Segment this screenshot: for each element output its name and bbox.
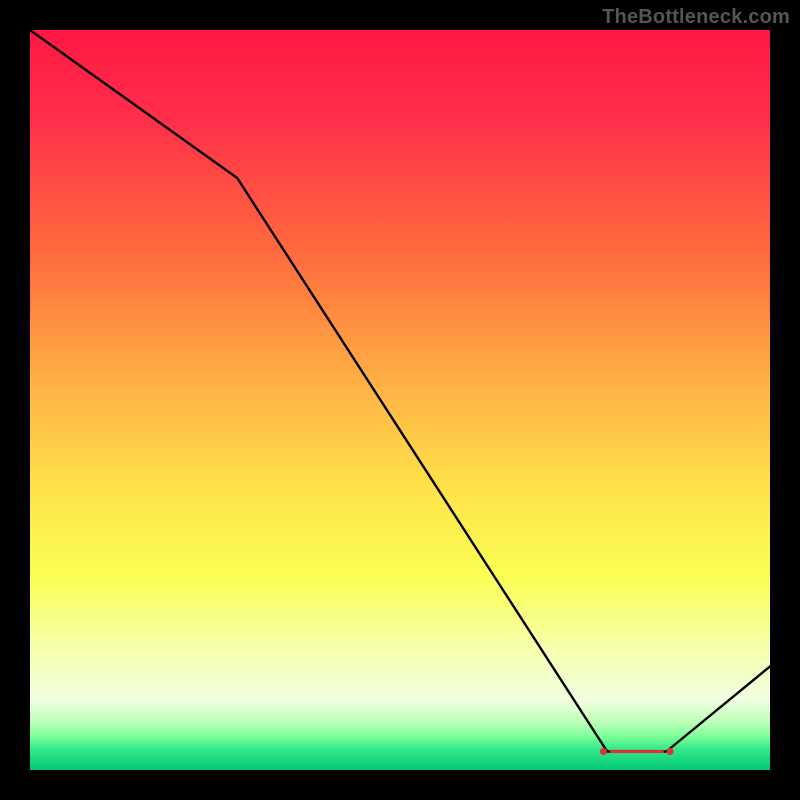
marker-endpoint — [667, 748, 674, 755]
marker-endpoint — [600, 748, 607, 755]
watermark-text: TheBottleneck.com — [602, 6, 790, 29]
gradient-background — [30, 30, 770, 770]
plot-area — [30, 30, 770, 770]
chart-stage: TheBottleneck.com — [0, 0, 800, 800]
chart-svg — [30, 30, 770, 770]
